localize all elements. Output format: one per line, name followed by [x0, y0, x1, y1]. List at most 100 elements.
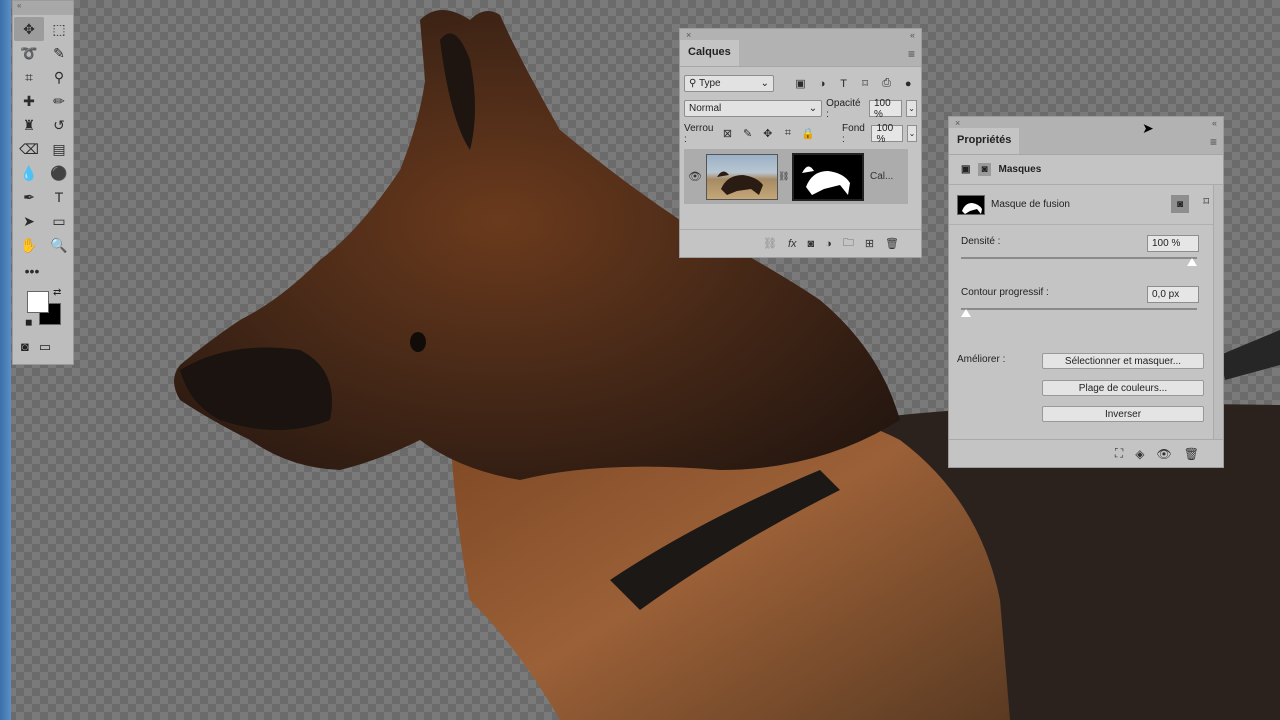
fill-label: Fond :: [842, 122, 865, 145]
history-brush-tool-icon[interactable]: ↺: [44, 113, 74, 137]
add-mask-icon[interactable]: ◙: [808, 238, 815, 250]
trash-icon[interactable]: 🗑: [885, 237, 899, 250]
mouse-cursor-icon: ➤: [1142, 120, 1154, 136]
color-range-button[interactable]: Plage de couleurs...: [1042, 380, 1204, 396]
link-layers-icon[interactable]: ⛓: [763, 237, 777, 250]
refine-label: Améliorer :: [957, 354, 1006, 365]
gradient-tool-icon[interactable]: ▤: [44, 137, 74, 161]
tab-properties[interactable]: Propriétés: [949, 128, 1020, 154]
visibility-eye-icon[interactable]: 👁: [1157, 447, 1172, 461]
default-colors-icon[interactable]: ◼: [25, 317, 32, 328]
density-slider-track[interactable]: [961, 257, 1197, 259]
path-select-tool-icon[interactable]: ➤: [14, 209, 44, 233]
crop-tool-icon[interactable]: ⌗: [14, 65, 44, 89]
blend-mode-dropdown[interactable]: Normal ⌄: [684, 100, 823, 117]
lock-pixels-icon[interactable]: ✎: [740, 125, 756, 143]
foreground-color-swatch[interactable]: [27, 291, 49, 313]
dodge-tool-icon[interactable]: ⚫: [44, 161, 74, 185]
lock-row: Verrou : ⊠ ✎ ✥ ⌗ 🔒 Fond : 100 % ⌄: [680, 121, 921, 146]
marquee-tool-icon[interactable]: ⬚: [44, 17, 74, 41]
rectangle-tool-icon[interactable]: ▭: [44, 209, 74, 233]
more-tools-label: •••: [24, 263, 40, 279]
link-chain-icon[interactable]: ⛓: [778, 171, 789, 182]
feather-slider-track[interactable]: [961, 308, 1197, 310]
blur-tool-icon[interactable]: 💧: [14, 161, 44, 185]
brush-tool-icon[interactable]: ✏: [44, 89, 74, 113]
properties-scrollbar[interactable]: [1213, 185, 1223, 439]
quick-mask-icon[interactable]: ◙: [21, 339, 29, 355]
vector-mask-button-icon[interactable]: ⌑: [1203, 195, 1209, 208]
feather-slider-thumb[interactable]: [961, 309, 971, 317]
chevron-down-icon: ⌄: [760, 78, 769, 89]
lasso-tool-icon[interactable]: ➰: [14, 41, 44, 65]
mask-toggle-icon[interactable]: ◙: [978, 163, 991, 176]
eyedropper-tool-icon[interactable]: ⚲: [44, 65, 74, 89]
move-tool-icon[interactable]: ✥: [14, 17, 44, 41]
lock-all-icon[interactable]: 🔒: [800, 125, 816, 143]
layers-panel-tabs: Calques ≡: [680, 40, 921, 67]
filter-type-icon[interactable]: T: [835, 75, 853, 93]
quick-select-tool-icon[interactable]: ✎: [44, 41, 74, 65]
filter-smart-object-icon[interactable]: ⎙: [878, 75, 896, 93]
swap-colors-icon[interactable]: ⇄: [53, 287, 61, 298]
lock-artboard-icon[interactable]: ⌗: [780, 125, 796, 143]
tools-panel-grip[interactable]: «: [13, 1, 73, 15]
panel-menu-icon[interactable]: ≡: [1210, 135, 1217, 149]
filter-adjustment-icon[interactable]: ◑: [813, 75, 831, 93]
trash-icon[interactable]: 🗑: [1184, 447, 1199, 461]
lock-transparency-icon[interactable]: ⊠: [719, 125, 735, 143]
layer-row[interactable]: 👁 ⛓ Cal...: [684, 149, 908, 204]
masks-header: ▣ ◙ Masques: [949, 155, 1223, 185]
feather-input[interactable]: 0,0 px: [1147, 286, 1199, 303]
hand-tool-icon[interactable]: ✋: [14, 233, 44, 257]
collapse-icon[interactable]: «: [910, 29, 915, 41]
color-swatches: ⇄ ◼: [13, 287, 73, 339]
new-layer-icon[interactable]: ⊞: [865, 237, 874, 250]
stamp-tool-icon[interactable]: ♜: [14, 113, 44, 137]
opacity-input[interactable]: 100 %: [868, 98, 903, 120]
tool-grid: ✥ ⬚ ➰ ✎ ⌗ ⚲ ✚ ✏ ♜ ↺ ⌫ ▤ 💧 ⚫ ✒ T ➤ ▭ ✋ 🔍: [13, 15, 73, 259]
pixel-mask-icon[interactable]: ▣: [961, 164, 970, 175]
more-tools-button[interactable]: •••: [17, 259, 47, 283]
collapse-icon[interactable]: «: [1212, 117, 1217, 129]
filter-pixel-icon[interactable]: ▣: [792, 75, 810, 93]
section-title: Masques: [998, 164, 1042, 175]
layer-name: Cal...: [870, 171, 894, 182]
density-block: Densité : 100 %: [949, 235, 1223, 286]
zoom-tool-icon[interactable]: 🔍: [44, 233, 74, 257]
invert-button[interactable]: Inverser: [1042, 406, 1204, 422]
layer-filter-value: Type: [698, 78, 721, 89]
panel-menu-icon[interactable]: ≡: [908, 47, 915, 61]
layer-thumbnail[interactable]: [706, 153, 778, 200]
tab-layers[interactable]: Calques: [680, 40, 739, 66]
layer-filter-row: ⚲ Type ⌄ ▣ ◑ T ⌑ ⎙ ●: [680, 71, 921, 96]
opacity-chevron-icon[interactable]: ⌄: [906, 100, 917, 117]
pen-tool-icon[interactable]: ✒: [14, 185, 44, 209]
load-selection-icon[interactable]: ⛶: [1115, 446, 1123, 461]
healing-tool-icon[interactable]: ✚: [14, 89, 44, 113]
layer-mask-thumbnail[interactable]: [792, 152, 864, 201]
eraser-tool-icon[interactable]: ⌫: [14, 137, 44, 161]
pixel-mask-button-icon[interactable]: ◙: [1171, 195, 1189, 213]
fill-chevron-icon[interactable]: ⌄: [906, 125, 918, 142]
density-slider-thumb[interactable]: [1187, 258, 1197, 266]
layer-filter-dropdown[interactable]: ⚲ Type ⌄: [684, 75, 774, 92]
lock-position-icon[interactable]: ✥: [760, 125, 776, 143]
chevron-down-icon: ⌄: [808, 103, 818, 114]
tools-bottom-row: ◙ ▭: [13, 339, 73, 355]
fill-input[interactable]: 100 %: [871, 123, 903, 145]
type-tool-icon[interactable]: T: [44, 185, 74, 209]
layer-style-icon[interactable]: fx: [788, 238, 797, 250]
opacity-label: Opacité :: [826, 97, 861, 120]
filter-toggle-icon[interactable]: ●: [899, 75, 917, 93]
density-input[interactable]: 100 %: [1147, 235, 1199, 252]
adjustment-layer-icon[interactable]: ◑: [825, 238, 832, 250]
properties-panel: × « Propriétés ≡ ▣ ◙ Masques Masque de fu…: [948, 116, 1224, 468]
mask-type-label: Masque de fusion: [991, 199, 1070, 210]
apply-mask-icon[interactable]: ◈: [1135, 447, 1144, 461]
filter-shape-icon[interactable]: ⌑: [856, 75, 874, 93]
screen-mode-icon[interactable]: ▭: [39, 339, 51, 355]
group-folder-icon[interactable]: 🗀: [843, 234, 854, 253]
visibility-eye-icon[interactable]: 👁: [684, 170, 706, 183]
select-and-mask-button[interactable]: Sélectionner et masquer...: [1042, 353, 1204, 369]
